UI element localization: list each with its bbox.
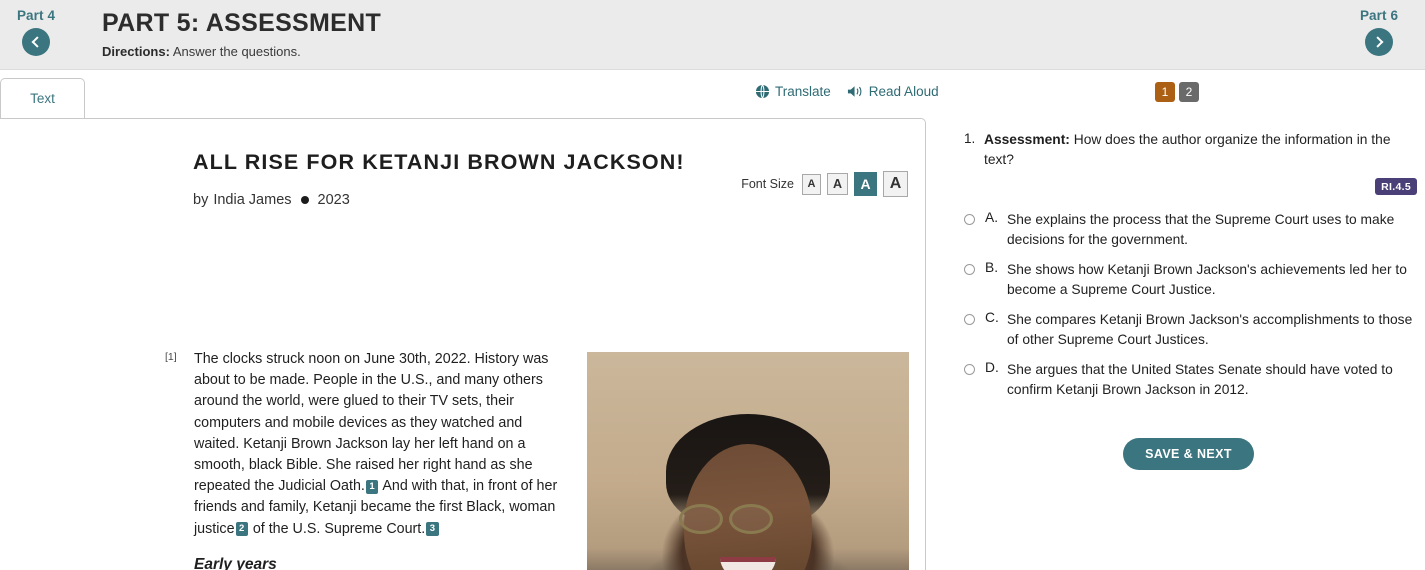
save-button-row: SAVE & NEXT [952, 438, 1425, 471]
font-size-button-2[interactable]: A [827, 173, 848, 195]
option-text-a: She explains the process that the Suprem… [1007, 212, 1395, 248]
option-text-c: She compares Ketanji Brown Jackson's acc… [1007, 311, 1413, 348]
byline-prefix: by [193, 192, 209, 208]
radio-button-c[interactable] [964, 313, 975, 325]
radio-button-a[interactable] [964, 214, 975, 225]
paragraph-1-part-a: The clocks struck noon on June 30th, 202… [194, 351, 549, 495]
main-content-area: ALL RISE FOR KETANJI BROWN JACKSON! by I… [0, 118, 1425, 570]
directions-label: Directions: [102, 44, 170, 59]
option-letter-a: A. [985, 210, 999, 225]
next-part-button[interactable] [1365, 28, 1393, 56]
directions-text: Answer the questions. [172, 44, 301, 59]
translate-label: Translate [775, 84, 831, 99]
read-aloud-label: Read Aloud [868, 84, 939, 99]
paragraph-1-part-c: of the U.S. Supreme Court. [252, 520, 426, 537]
question-navigation: 1 2 [1155, 82, 1199, 102]
previous-part-nav[interactable]: Part 4 [0, 8, 72, 56]
reading-tools: Translate Read Aloud [755, 84, 939, 99]
answer-option-a[interactable]: A. She explains the process that the Sup… [952, 210, 1425, 250]
font-size-control: Font Size A A A A [741, 171, 908, 197]
font-size-label: Font Size [741, 177, 794, 191]
previous-part-button[interactable] [22, 28, 50, 56]
page-title: PART 5: ASSESSMENT [102, 9, 382, 37]
toolbar-row: Text Translate Read Aloud 1 2 [0, 70, 1425, 118]
footnote-marker-1[interactable]: 1 [365, 479, 379, 494]
chevron-right-icon [1372, 36, 1384, 48]
reading-panel: ALL RISE FOR KETANJI BROWN JACKSON! by I… [0, 118, 926, 570]
question-nav-2[interactable]: 2 [1179, 82, 1199, 102]
footnote-marker-2[interactable]: 2 [235, 522, 248, 537]
chevron-left-icon [31, 36, 43, 48]
question-number: 1. [964, 131, 976, 146]
next-part-nav[interactable]: Part 6 [1343, 8, 1415, 56]
read-aloud-button[interactable]: Read Aloud [847, 84, 939, 99]
footnote-marker-3[interactable]: 3 [426, 522, 439, 537]
answer-option-c[interactable]: C. She compares Ketanji Brown Jackson's … [952, 310, 1425, 350]
standard-badge-row: RI.4.5 [952, 178, 1425, 195]
option-text-b: She shows how Ketanji Brown Jackson's ac… [1007, 261, 1407, 298]
smile-shape [720, 557, 776, 570]
option-letter-b: B. [985, 259, 999, 275]
question-prompt: Assessment: How does the author organize… [984, 130, 1419, 170]
paragraph-1-text: The clocks struck noon on June 30th, 202… [194, 349, 570, 540]
tab-text[interactable]: Text [0, 78, 85, 118]
eyeglass-left-shape [679, 504, 723, 534]
font-size-button-4[interactable]: A [883, 171, 908, 197]
save-and-next-button[interactable]: SAVE & NEXT [1123, 438, 1254, 471]
status-badge: RI.4.5 [1375, 178, 1417, 195]
speaker-icon [847, 84, 864, 99]
font-size-button-3[interactable]: A [854, 172, 877, 196]
header-text-block: PART 5: ASSESSMENT Directions: Answer th… [102, 8, 381, 60]
font-size-button-1[interactable]: A [802, 173, 821, 195]
question-prompt-row: 1. Assessment: How does the author organ… [952, 118, 1425, 170]
section-subheading: Early years [194, 555, 277, 570]
option-letter-d: D. [985, 359, 999, 375]
answer-option-b[interactable]: B. She shows how Ketanji Brown Jackson's… [952, 260, 1425, 300]
paragraph-number: [1] [165, 351, 177, 363]
article-year: 2023 [317, 192, 350, 208]
top-header-bar: Part 4 PART 5: ASSESSMENT Directions: An… [0, 0, 1425, 70]
next-part-label: Part 6 [1359, 8, 1399, 23]
directions-line: Directions: Answer the questions. [102, 44, 381, 60]
answer-options-list: A. She explains the process that the Sup… [952, 210, 1425, 400]
question-nav-1[interactable]: 1 [1155, 82, 1175, 102]
option-letter-c: C. [985, 309, 999, 325]
radio-button-b[interactable] [964, 263, 975, 275]
article-author: India James [213, 192, 292, 208]
translate-button[interactable]: Translate [755, 84, 831, 99]
article-text-column: [1] The clocks struck noon on June 30th,… [165, 349, 570, 570]
option-text-d: She argues that the United States Senate… [1007, 361, 1393, 397]
previous-part-label: Part 4 [16, 8, 56, 23]
radio-button-d[interactable] [964, 363, 975, 375]
paragraph-1: [1] The clocks struck noon on June 30th,… [165, 349, 570, 540]
separator-dot-icon [300, 196, 309, 204]
question-prompt-label: Assessment: [984, 132, 1070, 147]
globe-icon [755, 84, 770, 99]
article-photo [587, 352, 909, 570]
eyeglass-right-shape [729, 504, 773, 534]
answer-option-d[interactable]: D. She argues that the United States Sen… [952, 360, 1425, 400]
question-panel: 1. Assessment: How does the author organ… [952, 118, 1425, 570]
